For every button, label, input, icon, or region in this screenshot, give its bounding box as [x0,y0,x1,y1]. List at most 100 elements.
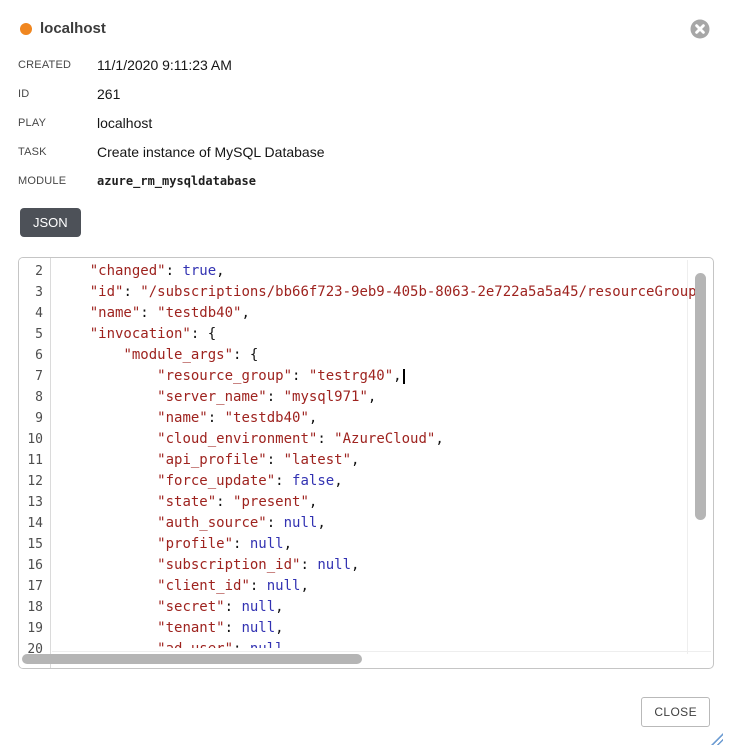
token-punctuation: : { [233,347,258,363]
token-string: "tenant" [157,620,224,636]
line-number-gutter: 234567891011121314151617181920 [19,258,51,668]
code-line: "name": "testdb40", [56,303,706,324]
token-punctuation [56,536,157,552]
line-number: 14 [19,513,50,534]
code-line: "invocation": { [56,324,706,345]
token-punctuation: , [275,599,283,615]
code-line: "server_name": "mysql971", [56,387,706,408]
line-number: 6 [19,345,50,366]
token-punctuation: : [140,305,157,321]
vertical-scrollbar[interactable] [695,273,706,520]
line-number: 2 [19,261,50,282]
token-string: "resource_group" [157,368,292,384]
horizontal-scrollbar[interactable] [22,654,362,664]
token-string: "mysql971" [284,389,368,405]
line-number: 7 [19,366,50,387]
line-number: 12 [19,471,50,492]
token-string: "name" [90,305,141,321]
code-line: "api_profile": "latest", [56,450,706,471]
token-punctuation: , [300,578,308,594]
json-tab-button[interactable]: JSON [20,208,81,237]
detail-label: CREATED [18,59,97,71]
close-modal-button[interactable] [690,19,710,39]
modal-title: localhost [40,20,106,37]
token-punctuation: : [267,515,284,531]
token-punctuation [56,641,157,648]
token-punctuation [56,620,157,636]
resize-handle-icon[interactable] [711,733,723,745]
token-punctuation: : [300,557,317,573]
detail-label: MODULE [18,175,97,187]
code-line: "ad_user": null, [56,639,706,648]
code-line: "module_args": { [56,345,706,366]
close-icon [690,19,710,39]
token-punctuation: , [216,263,224,279]
json-code-editor[interactable]: 234567891011121314151617181920 "changed"… [18,257,714,669]
detail-row: MODULEazure_rm_mysqldatabase [18,166,325,195]
token-constant: null [250,641,284,648]
token-punctuation: : [267,452,284,468]
line-number: 16 [19,555,50,576]
token-punctuation: : [292,368,309,384]
token-string: "cloud_environment" [157,431,317,447]
token-punctuation: : [225,620,242,636]
token-string: "present" [233,494,309,510]
token-constant: null [284,515,318,531]
line-number: 9 [19,408,50,429]
token-punctuation [56,263,90,279]
token-string: "testdb40" [225,410,309,426]
token-punctuation [56,599,157,615]
token-string: "module_args" [123,347,233,363]
token-constant: null [250,536,284,552]
modal-header: localhost [20,20,106,37]
detail-label: ID [18,88,97,100]
token-punctuation: : [225,599,242,615]
code-line: "profile": null, [56,534,706,555]
vertical-scroll-track [687,260,688,654]
token-constant: null [317,557,351,573]
token-punctuation [56,473,157,489]
line-number: 18 [19,597,50,618]
token-punctuation: : [123,284,140,300]
details-list: CREATED11/1/2020 9:11:23 AMID261PLAYloca… [18,50,325,195]
token-string: "latest" [284,452,351,468]
line-number: 11 [19,450,50,471]
token-punctuation: : [208,410,225,426]
token-string: "/subscriptions/bb66f723-9eb9-405b-8063-… [140,284,696,300]
line-number: 10 [19,429,50,450]
detail-row: CREATED11/1/2020 9:11:23 AM [18,50,325,79]
token-punctuation: , [393,368,401,384]
token-punctuation: , [284,536,292,552]
code-line: "tenant": null, [56,618,706,639]
token-constant: null [241,599,275,615]
token-punctuation: , [351,452,359,468]
token-punctuation [56,557,157,573]
token-string: "id" [90,284,124,300]
line-number: 19 [19,618,50,639]
token-punctuation: : [233,641,250,648]
token-string: "ad_user" [157,641,233,648]
token-punctuation [56,578,157,594]
token-string: "api_profile" [157,452,267,468]
detail-value: 261 [97,86,120,102]
token-string: "profile" [157,536,233,552]
token-string: "invocation" [90,326,191,342]
token-string: "force_update" [157,473,275,489]
token-punctuation [56,515,157,531]
token-punctuation: : [216,494,233,510]
text-cursor [403,369,405,384]
token-punctuation: , [309,410,317,426]
token-string: "testdb40" [157,305,241,321]
token-punctuation [56,347,123,363]
code-line: "name": "testdb40", [56,408,706,429]
host-status-dot-icon [20,23,32,35]
token-constant: false [292,473,334,489]
line-number: 17 [19,576,50,597]
token-string: "AzureCloud" [334,431,435,447]
close-button[interactable]: CLOSE [641,697,710,727]
code-content[interactable]: "changed": true, "id": "/subscriptions/b… [56,261,706,648]
token-punctuation: : { [191,326,216,342]
token-punctuation: : [267,389,284,405]
code-line: "auth_source": null, [56,513,706,534]
token-constant: null [267,578,301,594]
